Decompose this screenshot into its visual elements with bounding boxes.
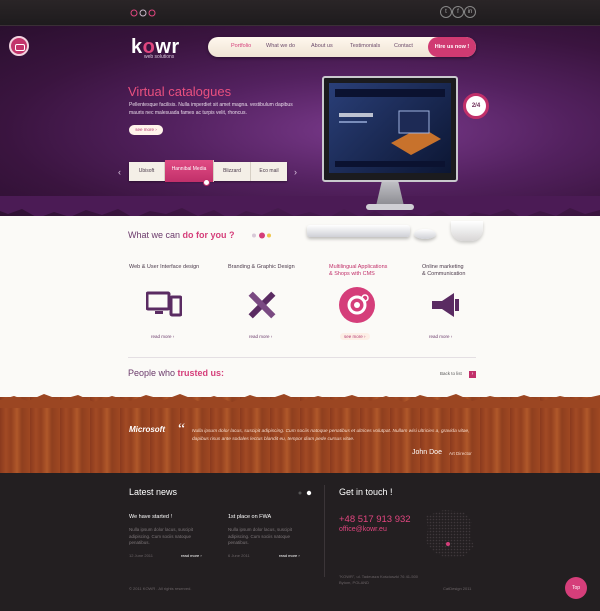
hero-see-more-button[interactable]: see more › [129, 125, 163, 135]
nav-portfolio[interactable]: Portfolio [231, 43, 251, 49]
tab-blizzard[interactable]: Blizzard [214, 162, 251, 181]
read-more-web[interactable]: read more › [151, 334, 174, 339]
slide-indicator[interactable]: 2/4 [463, 93, 489, 119]
screen-preview [329, 83, 451, 173]
client-logo-microsoft: Microsoft [129, 425, 165, 434]
news-pager-dots-icon[interactable] [297, 490, 313, 496]
prev-arrow-icon[interactable]: ‹ [118, 167, 121, 177]
map-icon[interactable] [420, 506, 476, 562]
brand-tagline: web solutions [144, 54, 175, 60]
testimonial-text: Nulla ipsum dolor lacus, suscipit adipis… [192, 429, 470, 442]
facebook-icon[interactable]: f [452, 6, 464, 18]
service-title-marketing: Online marketing & Communication [422, 264, 466, 277]
services-heading: What we can do for you ? [128, 230, 235, 240]
quote-icon: “ [178, 421, 186, 438]
design-credit: CatDesign 2011 [443, 586, 472, 591]
mouse-illustration [414, 229, 436, 239]
megaphone-icon[interactable] [428, 287, 464, 323]
contact-heading: Get in touch ! [339, 487, 393, 497]
back-to-list-link[interactable]: Back to list [440, 371, 462, 376]
section-divider [128, 357, 476, 358]
keyboard-illustration [307, 225, 410, 237]
news-item-date: 12 June 2011 [129, 553, 153, 558]
laptop-artwork-icon [335, 89, 445, 167]
tab-ubisoft[interactable]: Ubisoft [129, 162, 165, 181]
testimonial-role: Art Director [449, 451, 472, 456]
devices-icon[interactable] [146, 287, 182, 323]
contact-address: "KOWR", ul. Tadeusza Kościuszki 76 41-50… [339, 574, 419, 585]
read-more-branding[interactable]: read more › [249, 334, 272, 339]
pencil-ruler-icon[interactable] [244, 287, 280, 323]
clients-heading: People who trusted us: [128, 368, 225, 378]
active-tab-indicator-icon [203, 179, 210, 186]
back-to-top-button[interactable]: Top [565, 577, 587, 599]
testimonial-author: John Doe [412, 449, 442, 456]
news-read-more[interactable]: read more › [181, 553, 202, 558]
copyright: © 2011 KOWR . All rights reserved. [129, 586, 192, 591]
news-read-more[interactable]: read more › [279, 553, 300, 558]
hero-title: Virtual catalogues [128, 84, 232, 99]
news-item-title[interactable]: We have started ! [129, 514, 172, 520]
nav-about-us[interactable]: About us [311, 43, 333, 49]
monitor-base [366, 204, 414, 210]
hire-us-button[interactable]: Hire us now ! [428, 37, 476, 57]
torn-wood-edge [0, 394, 600, 408]
contact-phone[interactable]: +48 517 913 932 [339, 514, 411, 525]
page: t f in kowr web solutions Portfolio What… [0, 0, 600, 611]
back-to-list-button[interactable]: › [469, 371, 476, 378]
read-more-marketing[interactable]: read more › [429, 334, 452, 339]
nav-what-we-do[interactable]: What we do [266, 43, 295, 49]
side-tab-icon[interactable] [9, 36, 29, 56]
nav-contact[interactable]: Contact [394, 43, 413, 49]
linkedin-icon[interactable]: in [464, 6, 476, 18]
coffee-cup-illustration [451, 221, 483, 241]
news-item-text: Nulla ipsum dolor lacus, suscipit adipis… [228, 527, 293, 545]
imac-illustration [322, 76, 458, 182]
client-tabs: Ubisoft Hannibal Media Blizzard Eco mail [129, 160, 287, 182]
service-title-multilingual: Multilingual Applications & Shops with CM… [329, 264, 388, 277]
news-heading: Latest news [129, 487, 178, 497]
nav-testimonials[interactable]: Testimonials [350, 43, 380, 49]
news-item-text: Nulla ipsum dolor lacus, suscipit adipis… [129, 527, 194, 545]
twitter-icon[interactable]: t [440, 6, 452, 18]
see-more-multilingual[interactable]: see more › [340, 333, 370, 340]
contact-email[interactable]: office@kowr.eu [339, 526, 387, 533]
tab-eco-mail[interactable]: Eco mail [251, 162, 287, 181]
next-arrow-icon[interactable]: › [294, 167, 297, 177]
carousel-dots-icon[interactable] [250, 232, 272, 239]
news-item-title[interactable]: 1st place on FWA [228, 514, 271, 520]
news-item-date: 6 June 2011 [228, 553, 250, 558]
top-bar [0, 0, 600, 26]
footer-divider [324, 485, 325, 577]
service-title-web: Web & User Interface design [129, 264, 200, 270]
hero-text: Pellentesque facilisis. Nulla imperdiet … [129, 102, 293, 116]
service-title-branding: Branding & Graphic Design [228, 264, 295, 270]
top-logo-icon[interactable] [130, 7, 158, 19]
gear-icon[interactable] [339, 287, 375, 323]
